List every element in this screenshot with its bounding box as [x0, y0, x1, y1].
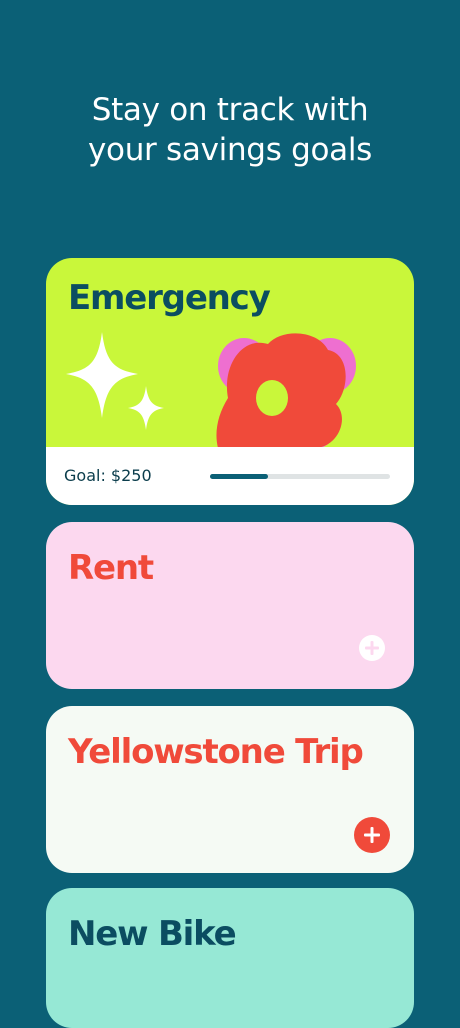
goal-card-new-bike[interactable]: New Bike: [46, 888, 414, 1028]
goal-title: New Bike: [68, 914, 237, 954]
goal-card-yellowstone-trip[interactable]: Yellowstone Trip: [46, 706, 414, 873]
goal-title: Yellowstone Trip: [68, 732, 364, 772]
goal-progress-fill: [210, 474, 268, 479]
sparkle-small-icon: [128, 386, 164, 430]
add-to-goal-button[interactable]: [359, 635, 385, 661]
add-to-goal-button[interactable]: [354, 817, 390, 853]
sparkle-icon: [66, 332, 138, 418]
goal-card-rent[interactable]: Rent: [46, 522, 414, 689]
goal-card-emergency[interactable]: Emergency Goal: $250: [46, 258, 414, 505]
page-headline: Stay on track with your savings goals: [0, 90, 460, 170]
goal-footer: Goal: $250: [46, 447, 414, 505]
goal-progress-bar: [210, 474, 390, 479]
plus-circle-icon: [364, 827, 380, 843]
headline-line-2: your savings goals: [88, 132, 372, 168]
headline-line-1: Stay on track with: [91, 92, 369, 128]
goal-amount-label: Goal: $250: [64, 466, 152, 485]
flower-icon: [216, 333, 356, 448]
goal-title: Emergency: [68, 278, 271, 318]
plus-circle-icon: [365, 641, 379, 655]
goal-title: Rent: [68, 548, 154, 588]
